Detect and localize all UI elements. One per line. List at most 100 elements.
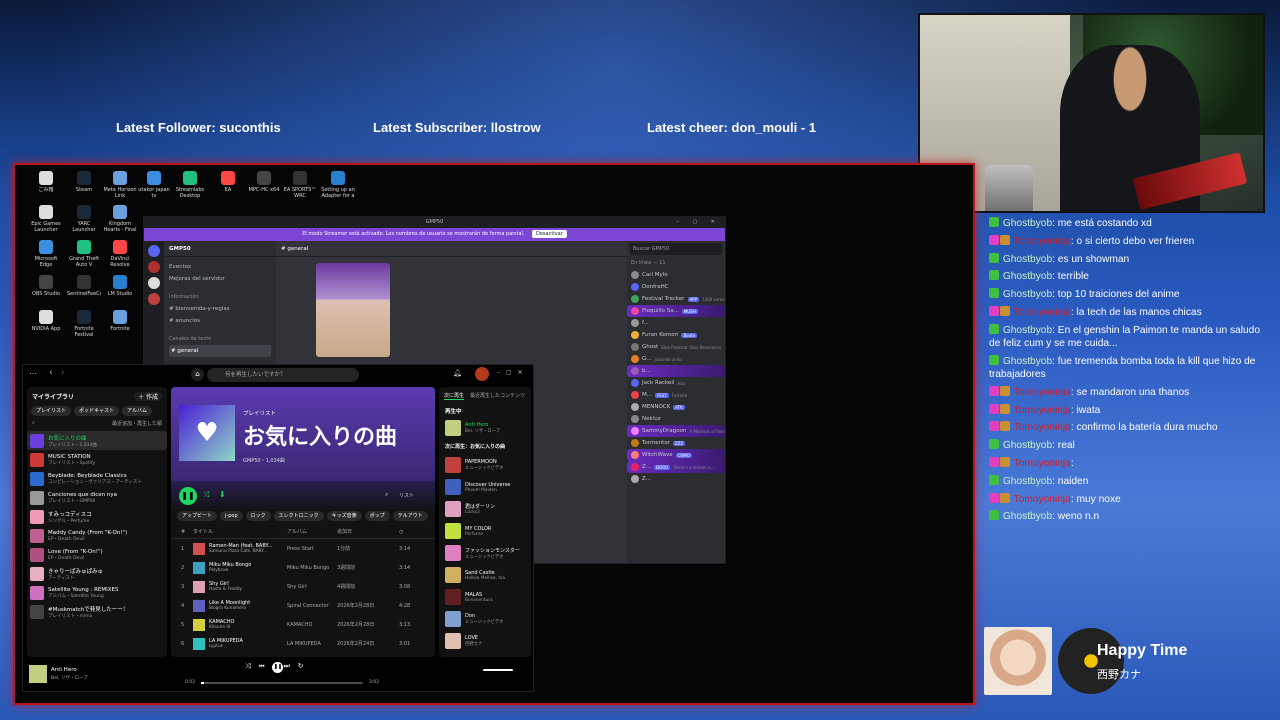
channel-general[interactable]: # general	[169, 345, 271, 357]
queue-item[interactable]: 君はダーリン Lucky2	[439, 498, 531, 520]
chat-username[interactable]: Tomoyoninja	[1014, 236, 1071, 247]
shuffle-icon[interactable]: ⤨	[203, 490, 209, 500]
chat-username[interactable]: Tomoyoninja	[1014, 494, 1071, 505]
library-item[interactable]: きゃりーぱみゅぱみゅ アーティスト	[27, 564, 167, 583]
window-controls-icon[interactable]: – ▢ ✕	[676, 217, 721, 228]
menu-icon[interactable]: ⋯	[29, 369, 37, 378]
member-item[interactable]: Jack Rackeil Ado	[627, 377, 725, 389]
member-item[interactable]: f...	[627, 317, 725, 329]
chat-username[interactable]: Ghostbyob	[1003, 511, 1052, 522]
tab-queue[interactable]: 次に再生	[444, 392, 465, 400]
member-item[interactable]: Floquillo Sa... MUSH	[627, 305, 725, 317]
channel-events[interactable]: Eventos	[169, 261, 271, 273]
genre-chip[interactable]: ロック	[245, 511, 271, 521]
member-item[interactable]: DonfraHC	[627, 281, 725, 293]
spotify-search-input[interactable]: 何を再生したいですか？	[207, 368, 359, 382]
desktop-icon[interactable]: EA SPORTS™ WRC	[283, 171, 317, 199]
desktop-icon[interactable]: Microsoft Edge	[29, 240, 63, 268]
member-item[interactable]: Festival TrackerAPP1400 servers	[627, 293, 725, 305]
desktop-icon[interactable]: OBS Studio	[29, 275, 63, 303]
track-artist[interactable]: Polybrow	[209, 568, 287, 573]
track-artist[interactable]: Biogra Kunamero	[209, 606, 287, 611]
desktop-icon[interactable]: LM Studio	[103, 275, 137, 303]
filter-playlists[interactable]: プレイリスト	[31, 406, 72, 416]
window-controls-icon[interactable]: –▢✕	[497, 369, 529, 376]
track-row[interactable]: 5 KAMACHO Kitsune III KAMACHO 2026年2月28日 3:13	[171, 615, 435, 634]
chat-username[interactable]: Tomoyoninja	[1014, 422, 1071, 433]
desktop-icon[interactable]: YARC Launcher	[67, 205, 101, 233]
desktop-icon[interactable]: Meta Horizon Link	[103, 171, 137, 199]
genre-chip[interactable]: アップビート	[177, 511, 218, 521]
queue-item[interactable]: MALAS Bonaventura	[439, 586, 531, 608]
desktop-icon[interactable]: MPC-HC x64	[247, 171, 281, 199]
chat-username[interactable]: Ghostbyob	[1003, 440, 1052, 451]
genre-chip[interactable]: j-pop	[220, 511, 243, 521]
library-item[interactable]: MUSIC STATION プレイリスト・Spotify	[27, 450, 167, 469]
library-item[interactable]: Love (From "K-On!") EP・Death Devil	[27, 545, 167, 564]
desktop-icon[interactable]: Grand Theft Auto V Enhanced	[67, 240, 101, 268]
chat-username[interactable]: Ghostbyob	[1003, 271, 1052, 282]
member-item[interactable]: Tormentor ZZZ	[627, 437, 725, 449]
desktop-icon[interactable]: EA	[211, 171, 245, 199]
member-item[interactable]: Furan Komori Boute	[627, 329, 725, 341]
queue-item[interactable]: LOVE 西野カナ	[439, 630, 531, 652]
desktop-icon[interactable]: Setting up an Adapter for a U...	[321, 171, 355, 199]
member-item[interactable]: Z...	[627, 473, 725, 485]
desktop-icon[interactable]: Epic Games Launcher	[29, 205, 63, 233]
volume-slider[interactable]	[483, 669, 513, 671]
chat-username[interactable]: Tomoyoninja	[1014, 307, 1071, 318]
library-item[interactable]: Beyblade: Beyblade Classics コンピレーション・ヴァリア…	[27, 469, 167, 488]
filter-podcasts[interactable]: ポッドキャスト	[74, 406, 120, 416]
server-icon[interactable]	[148, 277, 160, 289]
queue-now-item[interactable]: Anti Hero Bel, リザ・ローブ	[439, 417, 531, 439]
col-title[interactable]: タイトル	[193, 528, 287, 535]
genre-chip[interactable]: エレクトロニック	[273, 511, 324, 521]
track-album[interactable]: Spiral Connector	[287, 603, 337, 609]
track-row[interactable]: 2 Miku Miku Bongo Polybrow Miku Miku Bongo 3…	[171, 558, 435, 577]
member-item[interactable]: Ghost Blue Protocol: Star Resonance	[627, 341, 725, 353]
desktop-icon[interactable]: DaVinci Resolve	[103, 240, 137, 268]
server-icon[interactable]	[148, 261, 160, 273]
home-icon[interactable]: ⌂	[191, 368, 204, 381]
library-item[interactable]: お気に入りの曲 プレイリスト・1,034曲	[27, 431, 167, 450]
track-album[interactable]: Miku Miku Bongo	[287, 565, 337, 571]
desktop-icon[interactable]: Steam	[67, 171, 101, 199]
genre-chip[interactable]: キッズ音楽	[326, 511, 362, 521]
queue-item[interactable]: Discover Universe Phoom Maiden	[439, 476, 531, 498]
queue-item[interactable]: MY COLOR Perfume	[439, 520, 531, 542]
member-item[interactable]: MENNOCK ATK	[627, 401, 725, 413]
channel-announcements[interactable]: # anuncios	[169, 315, 271, 327]
track-album[interactable]: Shy Girl	[287, 584, 337, 590]
desktop-icon[interactable]: ごみ箱	[29, 171, 63, 199]
sort-dropdown[interactable]: 最近追加・再生した順	[112, 420, 162, 427]
server-icon[interactable]	[148, 293, 160, 305]
chat-username[interactable]: Ghostbyob	[1003, 325, 1052, 336]
list-view-dropdown[interactable]: リスト	[399, 492, 414, 499]
queue-item[interactable]: Sand Castle Hollow Mellow, Ina	[439, 564, 531, 586]
queue-item[interactable]: PAPERMOON ミュージックビデオ	[439, 454, 531, 476]
member-item[interactable]: Carl Mylo	[627, 269, 725, 281]
library-item[interactable]: Canciones que dicen nya プレイリスト・GMP50	[27, 488, 167, 507]
member-item[interactable]: WitchWave CRMO	[627, 449, 725, 461]
library-item[interactable]: Maddy Candy (From "K-On!") EP・Death Devil	[27, 526, 167, 545]
video-call-preview[interactable]	[316, 263, 390, 357]
create-button[interactable]: ＋ 作成	[134, 392, 162, 401]
forward-icon[interactable]: ›	[61, 368, 65, 378]
playback-controls-icon[interactable]: ⤨⏮❚❚⏭↻	[245, 662, 312, 673]
chat-username[interactable]: Ghostbyob	[1003, 356, 1052, 367]
desktop-icon[interactable]: Fortnite	[103, 310, 137, 338]
channel-boosts[interactable]: Mejoras del servidor	[169, 273, 271, 285]
chat-username[interactable]: Ghostbyob	[1003, 254, 1052, 265]
chat-username[interactable]: Ghostbyob	[1003, 218, 1052, 229]
desktop-icon[interactable]: Streamlabs Desktop	[173, 171, 207, 199]
member-item[interactable]: M... FEST Fortnite	[627, 389, 725, 401]
search-icon[interactable]: ⌕	[385, 491, 388, 499]
player-title[interactable]: Anti Hero	[51, 667, 77, 673]
track-row[interactable]: 1 Ramen-Man (feat. BABY... Samurai Pizza C…	[171, 539, 435, 558]
library-title[interactable]: マイライブラリ	[32, 392, 74, 401]
desktop-icon[interactable]: utakor japan tv	[137, 171, 171, 199]
library-item[interactable]: Satellite Young : REMIXES アルバム・Satellite …	[27, 583, 167, 602]
player-cover[interactable]	[29, 665, 47, 683]
server-name[interactable]: GMP50	[164, 241, 276, 257]
col-date[interactable]: 追加日	[337, 528, 399, 535]
